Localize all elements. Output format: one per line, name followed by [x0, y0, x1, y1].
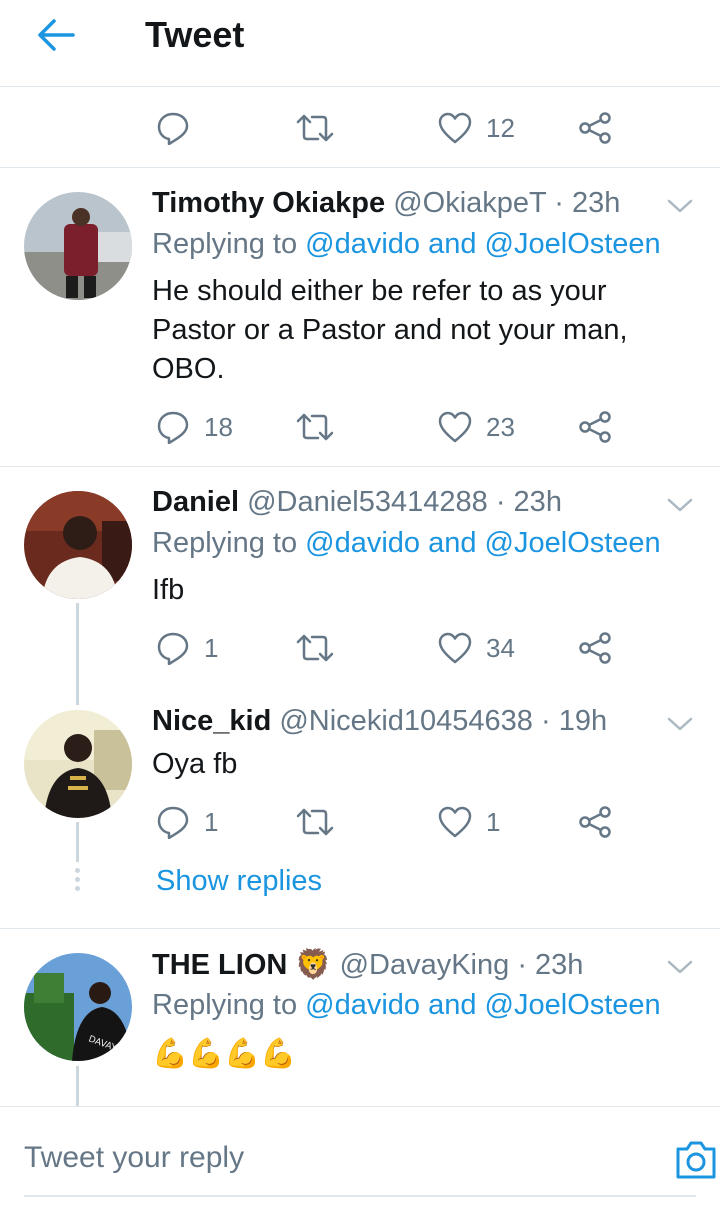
divider	[0, 928, 720, 929]
chevron-down-icon[interactable]	[666, 196, 694, 216]
show-replies-link[interactable]: Show replies	[156, 865, 322, 898]
display-name[interactable]: Daniel	[152, 486, 239, 518]
retweet-button[interactable]	[296, 106, 334, 150]
reply-button[interactable]: 1	[156, 800, 218, 844]
handle[interactable]: @DavayKing	[340, 949, 510, 981]
reply-input[interactable]: Tweet your reply	[24, 1107, 716, 1197]
avatar-image	[24, 491, 132, 599]
replying-mentions[interactable]: @davido and @JoelOsteen	[305, 989, 661, 1021]
retweet-icon	[296, 808, 334, 836]
reply-button[interactable]: 1	[156, 626, 218, 670]
retweet-icon	[296, 413, 334, 441]
reply-count: 1	[204, 632, 219, 663]
replying-prefix: Replying to	[152, 527, 298, 559]
share-button[interactable]	[578, 626, 612, 670]
tweet-header: Nice_kid @Nicekid10454638 · 19h	[152, 705, 607, 738]
page-title: Tweet	[145, 14, 245, 55]
avatar-image: DAVAY	[24, 953, 132, 1061]
retweet-button[interactable]	[296, 800, 334, 844]
replying-to: Replying to @davido and @JoelOsteen	[152, 527, 661, 560]
reply-placeholder: Tweet your reply	[24, 1141, 245, 1174]
replying-mentions[interactable]: @davido and @JoelOsteen	[305, 228, 661, 260]
reply-icon	[157, 632, 189, 665]
share-button[interactable]	[578, 800, 612, 844]
tweet-text: 💪💪💪💪	[152, 1038, 297, 1070]
retweet-icon	[296, 114, 334, 142]
display-name[interactable]: Nice_kid	[152, 705, 271, 737]
reply-icon	[157, 411, 189, 444]
handle[interactable]: @Daniel53414288	[247, 486, 488, 518]
like-button[interactable]: 23	[438, 405, 515, 449]
divider	[0, 167, 720, 168]
tweet-text: Oya fb	[152, 748, 238, 780]
heart-icon	[438, 806, 472, 838]
avatar[interactable]	[24, 491, 132, 599]
reply-icon	[157, 806, 189, 839]
tweet-text: Ifb	[152, 574, 185, 606]
like-count: 34	[486, 632, 515, 663]
replying-mentions[interactable]: @davido and @JoelOsteen	[305, 527, 661, 559]
tweet-header: Daniel @Daniel53414288 · 23h	[152, 486, 562, 519]
reply-composer: Tweet your reply	[0, 1106, 720, 1207]
reply-button[interactable]: 18	[156, 405, 233, 449]
retweet-icon	[296, 634, 334, 662]
avatar-image	[24, 192, 132, 300]
share-icon	[579, 112, 611, 144]
avatar[interactable]	[24, 192, 132, 300]
divider	[0, 466, 720, 467]
share-icon	[579, 411, 611, 443]
share-button[interactable]	[578, 106, 612, 150]
like-button[interactable]: 34	[438, 626, 515, 670]
replying-to: Replying to @davido and @JoelOsteen	[152, 989, 661, 1022]
like-count: 23	[486, 411, 515, 442]
main-tweet-actions: 12	[0, 106, 720, 150]
tweet-text: He should either be refer to as your Pas…	[152, 275, 628, 385]
chevron-down-icon[interactable]	[666, 495, 694, 515]
retweet-button[interactable]	[296, 405, 334, 449]
like-button[interactable]: 1	[438, 800, 500, 844]
heart-icon	[438, 112, 472, 144]
like-count: 1	[486, 806, 501, 837]
chevron-down-icon[interactable]	[666, 957, 694, 977]
chevron-down-icon[interactable]	[666, 714, 694, 734]
like-count: 12	[486, 112, 515, 143]
top-bar: Tweet	[0, 0, 720, 87]
replying-prefix: Replying to	[152, 989, 298, 1021]
share-button[interactable]	[578, 405, 612, 449]
reply-count: 18	[204, 411, 233, 442]
camera-icon[interactable]	[674, 1139, 718, 1181]
replying-prefix: Replying to	[152, 228, 298, 260]
tweet-actions: 1 34	[0, 626, 720, 670]
avatar[interactable]: DAVAY	[24, 953, 132, 1061]
timestamp: · 23h	[517, 949, 584, 981]
replying-to: Replying to @davido and @JoelOsteen	[152, 228, 661, 261]
timestamp: · 19h	[540, 705, 608, 737]
reply-button[interactable]	[156, 106, 190, 150]
display-name[interactable]: Timothy Okiakpe	[152, 187, 385, 219]
retweet-button[interactable]	[296, 626, 334, 670]
thread-dots	[74, 868, 81, 895]
display-name[interactable]: THE LION 🦁	[152, 949, 332, 981]
tweet-header: THE LION 🦁 @DavayKing · 23h	[152, 948, 583, 982]
heart-icon	[438, 411, 472, 443]
handle[interactable]: @OkiakpeT	[393, 187, 546, 219]
tweet-actions: 1 1	[0, 800, 720, 844]
tweet-actions: 18 23	[0, 405, 720, 449]
heart-icon	[438, 632, 472, 664]
handle[interactable]: @Nicekid10454638	[279, 705, 533, 737]
reply-count: 1	[204, 806, 219, 837]
back-arrow-icon[interactable]	[36, 18, 76, 52]
like-button[interactable]: 12	[438, 106, 515, 150]
thread-line	[76, 1066, 79, 1106]
share-icon	[579, 806, 611, 838]
timestamp: · 23h	[554, 187, 621, 219]
timestamp: · 23h	[495, 486, 562, 518]
tweet-header: Timothy Okiakpe @OkiakpeT · 23h	[152, 187, 620, 220]
reply-icon	[157, 112, 189, 145]
share-icon	[579, 632, 611, 664]
